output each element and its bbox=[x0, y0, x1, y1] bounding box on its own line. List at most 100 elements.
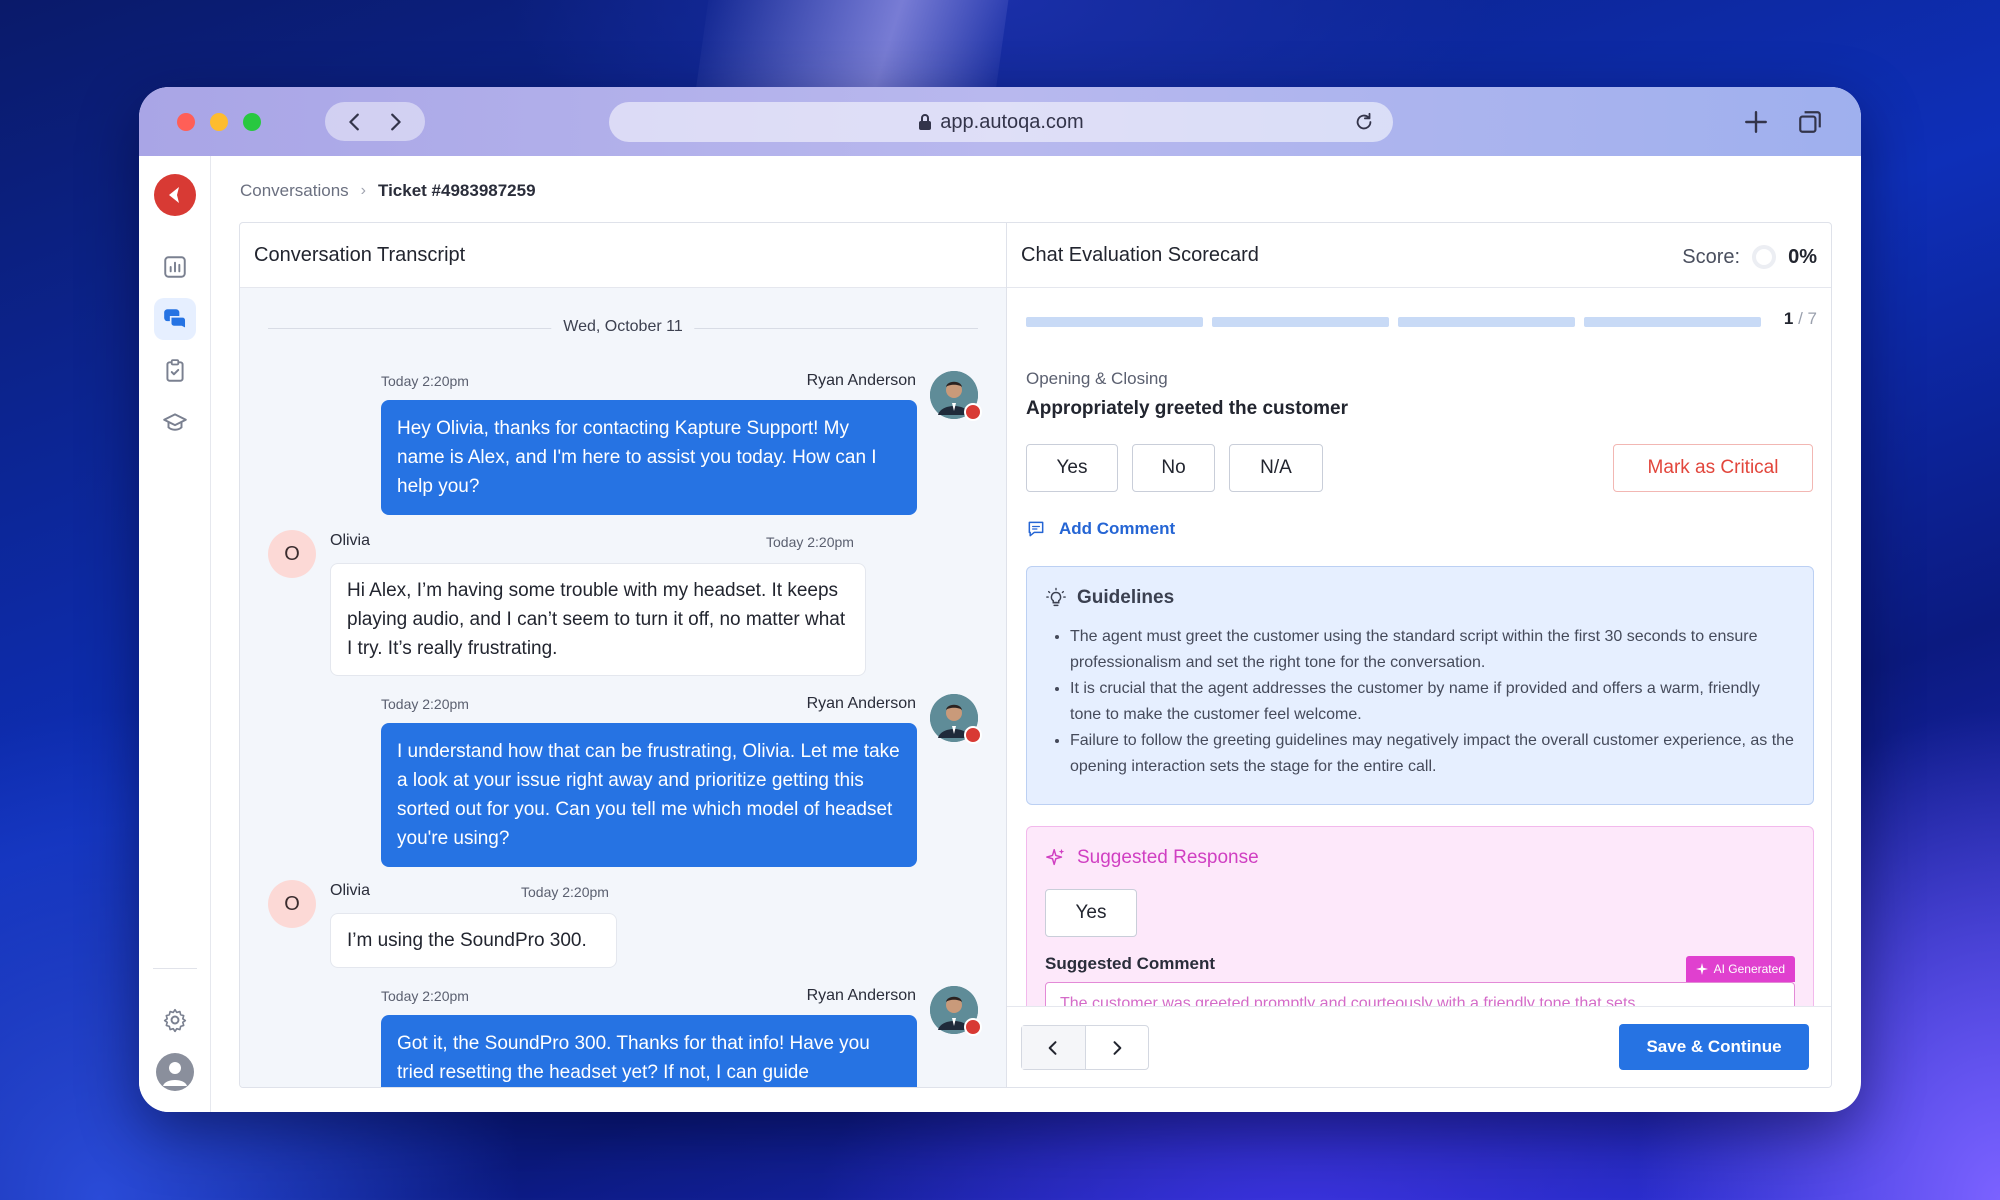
scorecard-panel: Chat Evaluation Scorecard Score: 0% 1 / … bbox=[1007, 223, 1831, 1087]
bar-chart-icon bbox=[164, 256, 186, 278]
suggested-comment-label: Suggested Comment bbox=[1045, 954, 1216, 973]
breadcrumb: Conversations › Ticket #4983987259 bbox=[240, 181, 536, 201]
transcript-title: Conversation Transcript bbox=[254, 243, 466, 266]
sidebar-divider bbox=[153, 968, 197, 969]
answer-no-button[interactable]: No bbox=[1132, 444, 1215, 492]
guideline-item: It is crucial that the agent addresses t… bbox=[1070, 676, 1795, 728]
user-silhouette-icon bbox=[163, 1062, 187, 1086]
brand-badge-icon bbox=[964, 403, 982, 421]
score-ring-icon bbox=[1752, 245, 1777, 269]
sidebar-item-analytics[interactable] bbox=[154, 246, 196, 288]
chevron-right-icon: › bbox=[360, 182, 366, 199]
customer-message-bubble: I’m using the SoundPro 300. bbox=[330, 913, 617, 968]
comment-icon bbox=[1028, 521, 1044, 537]
sidebar-item-settings[interactable] bbox=[154, 999, 196, 1041]
app-logo[interactable] bbox=[154, 174, 196, 216]
guidelines-list: The agent must greet the customer using … bbox=[1045, 624, 1795, 780]
new-tab-plus-icon[interactable] bbox=[1743, 109, 1769, 135]
message-sender: Ryan Anderson bbox=[806, 695, 916, 712]
ai-generated-badge: AI Generated bbox=[1685, 956, 1795, 982]
progress-segment bbox=[1398, 317, 1575, 327]
sparkle-icon bbox=[1695, 963, 1708, 975]
lock-icon bbox=[919, 114, 932, 130]
agent-message-bubble: Got it, the SoundPro 300. Thanks for tha… bbox=[381, 1015, 917, 1087]
guideline-item: Failure to follow the greeting guideline… bbox=[1070, 728, 1795, 780]
question-text: Appropriately greeted the customer bbox=[1026, 398, 1349, 419]
scorecard-title: Chat Evaluation Scorecard bbox=[1021, 243, 1259, 266]
suggested-response-title: Suggested Response bbox=[1077, 847, 1259, 868]
sidebar-item-training[interactable] bbox=[154, 402, 196, 444]
chat-bubbles-icon bbox=[164, 309, 187, 331]
message-time: Today 2:20pm bbox=[766, 534, 854, 550]
message-sender: Ryan Anderson bbox=[806, 372, 916, 389]
agent-message-bubble: Hey Olivia, thanks for contacting Kaptur… bbox=[381, 400, 917, 515]
brand-badge-icon bbox=[964, 726, 982, 744]
customer-message-bubble: Hi Alex, I’m having some trouble with my… bbox=[330, 563, 866, 676]
agent-avatar bbox=[930, 694, 982, 744]
mark-critical-button[interactable]: Mark as Critical bbox=[1613, 444, 1813, 492]
sparkles-icon bbox=[1046, 848, 1065, 866]
guidelines-title: Guidelines bbox=[1077, 587, 1175, 608]
progress-segment bbox=[1584, 317, 1761, 327]
user-avatar[interactable] bbox=[156, 1053, 194, 1091]
message-sender: Olivia bbox=[330, 882, 371, 899]
graduation-cap-icon bbox=[163, 413, 187, 431]
back-arrow-icon[interactable] bbox=[344, 111, 366, 133]
transcript-scroll-area[interactable]: Wed, October 11 Today 2:20pm Ryan Anders… bbox=[240, 288, 1006, 1087]
logo-icon bbox=[169, 187, 179, 203]
address-bar[interactable]: app.autoqa.com bbox=[609, 102, 1393, 142]
add-comment-link[interactable]: Add Comment bbox=[1026, 519, 1175, 539]
ai-generated-label: AI Generated bbox=[1713, 962, 1785, 976]
browser-nav-buttons bbox=[325, 102, 425, 141]
question-category: Opening & Closing bbox=[1026, 369, 1168, 388]
answer-yes-button[interactable]: Yes bbox=[1026, 444, 1118, 492]
maximize-window-button[interactable] bbox=[243, 113, 261, 131]
minimize-window-button[interactable] bbox=[210, 113, 228, 131]
chevron-left-icon bbox=[1048, 1040, 1057, 1055]
reload-icon[interactable] bbox=[1353, 111, 1375, 133]
progress-segment bbox=[1212, 317, 1389, 327]
tab-overview-icon[interactable] bbox=[1797, 109, 1823, 135]
date-label: Wed, October 11 bbox=[551, 318, 695, 336]
breadcrumb-current: Ticket #4983987259 bbox=[378, 181, 536, 200]
close-window-button[interactable] bbox=[177, 113, 195, 131]
clipboard-check-icon bbox=[166, 359, 184, 382]
message-time: Today 2:20pm bbox=[521, 884, 609, 900]
sidebar-item-tasks[interactable] bbox=[154, 350, 196, 392]
breadcrumb-conversations-link[interactable]: Conversations bbox=[240, 181, 349, 201]
save-continue-button[interactable]: Save & Continue bbox=[1619, 1024, 1809, 1070]
message-time: Today 2:20pm bbox=[381, 696, 469, 712]
agent-avatar bbox=[930, 371, 982, 421]
answer-na-button[interactable]: N/A bbox=[1229, 444, 1323, 492]
forward-arrow-icon[interactable] bbox=[384, 111, 406, 133]
scorecard-header: Chat Evaluation Scorecard Score: 0% bbox=[1007, 223, 1831, 288]
gear-icon bbox=[163, 1008, 187, 1033]
sidebar-item-conversations[interactable] bbox=[154, 298, 196, 340]
question-progress-bar bbox=[1026, 317, 1761, 327]
question-pager bbox=[1021, 1025, 1149, 1070]
step-current: 1 bbox=[1783, 309, 1794, 328]
browser-window: app.autoqa.com Conversations › Ticket #4… bbox=[139, 87, 1861, 1112]
agent-avatar bbox=[930, 986, 982, 1036]
browser-titlebar: app.autoqa.com bbox=[139, 87, 1861, 156]
agent-message-bubble: I understand how that can be frustrating… bbox=[381, 723, 917, 867]
step-counter: 1 / 7 bbox=[1784, 309, 1817, 329]
score-value: 0% bbox=[1788, 245, 1817, 268]
score-display: Score: 0% bbox=[1682, 245, 1817, 269]
previous-question-button[interactable] bbox=[1022, 1026, 1086, 1069]
brand-badge-icon bbox=[964, 1018, 982, 1036]
message-sender: Ryan Anderson bbox=[806, 987, 916, 1004]
suggested-answer-button[interactable]: Yes bbox=[1045, 889, 1137, 937]
app-sidebar bbox=[139, 156, 211, 1112]
message-time: Today 2:20pm bbox=[381, 373, 469, 389]
transcript-header: Conversation Transcript bbox=[240, 223, 1006, 288]
guideline-item: The agent must greet the customer using … bbox=[1070, 624, 1795, 676]
chevron-right-icon bbox=[1113, 1040, 1122, 1055]
score-label: Score: bbox=[1682, 245, 1741, 268]
address-bar-url: app.autoqa.com bbox=[940, 110, 1084, 133]
guidelines-card: Guidelines The agent must greet the cust… bbox=[1026, 566, 1814, 805]
suggested-response-card: Suggested Response Yes Suggested Comment… bbox=[1026, 826, 1814, 1026]
next-question-button[interactable] bbox=[1086, 1026, 1149, 1069]
message-time: Today 2:20pm bbox=[381, 988, 469, 1004]
lightbulb-icon bbox=[1046, 587, 1066, 607]
